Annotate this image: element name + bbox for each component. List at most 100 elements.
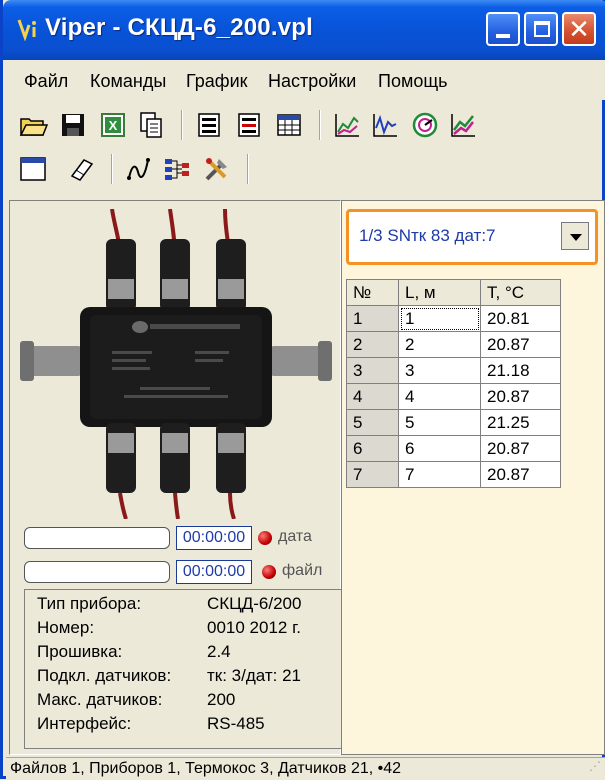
close-icon: ✕ — [568, 14, 590, 44]
maximize-button[interactable] — [524, 12, 558, 46]
network-icon[interactable] — [162, 154, 192, 184]
temperature-cell[interactable]: 20.81 — [480, 305, 561, 332]
menu-bar: Файл Команды График Настройки Помощь — [6, 60, 605, 100]
length-cell[interactable]: 3 — [398, 357, 481, 384]
info-label: Прошивка: — [37, 642, 123, 661]
date-time-field: 00:00:00 — [176, 526, 252, 550]
date-label: дата — [278, 528, 312, 545]
eraser-icon[interactable] — [66, 154, 96, 184]
menu-settings[interactable]: Настройки — [268, 71, 356, 92]
length-cell[interactable]: 6 — [398, 435, 481, 462]
table-row: 4 4 20.87 — [346, 383, 561, 410]
temperature-cell[interactable]: 21.18 — [480, 357, 561, 384]
toolbar-separator — [111, 154, 113, 184]
chevron-down-icon[interactable] — [561, 222, 589, 250]
date-status-led — [258, 531, 272, 545]
row-number-cell[interactable]: 3 — [346, 357, 399, 384]
viper-app-icon — [17, 19, 36, 41]
column-header-length[interactable]: L, м — [398, 279, 481, 306]
copy-icon[interactable] — [136, 110, 166, 140]
table-row: 7 7 20.87 — [346, 461, 561, 488]
toolbar-main: X — [6, 108, 605, 148]
menu-help[interactable]: Помощь — [378, 71, 448, 92]
resize-grip-icon[interactable]: ⋰ — [589, 755, 601, 777]
file-status-led — [262, 565, 276, 579]
menu-file[interactable]: Файл — [24, 71, 68, 92]
info-value: 0010 2012 г. — [207, 618, 301, 637]
info-value: RS-485 — [207, 714, 265, 733]
chain-select[interactable]: 1/3 SNтк 83 дат:7 — [346, 209, 598, 265]
maximize-icon — [534, 21, 550, 37]
status-bar: Файлов 1, Приборов 1, Термокос 3, Датчик… — [6, 757, 605, 779]
table-row: 5 5 21.25 — [346, 409, 561, 436]
title-bar[interactable]: Viper - СКЦД-6_200.vpl ✕ — [3, 0, 605, 60]
length-cell[interactable]: 7 — [398, 461, 481, 488]
info-label: Макс. датчиков: — [37, 690, 163, 709]
temperature-cell[interactable]: 20.87 — [480, 461, 561, 488]
curve-icon[interactable] — [124, 154, 154, 184]
status-text: Файлов 1, Приборов 1, Термокос 3, Датчик… — [10, 760, 402, 777]
row-number-cell[interactable]: 2 — [346, 331, 399, 358]
info-value: 2.4 — [207, 642, 231, 661]
tools-icon[interactable] — [202, 154, 232, 184]
table-row: 6 6 20.87 — [346, 435, 561, 462]
toolbar-secondary — [6, 152, 605, 192]
svg-text:X: X — [109, 118, 118, 133]
menu-chart[interactable]: График — [186, 71, 248, 92]
length-cell[interactable]: 5 — [398, 409, 481, 436]
temperature-cell[interactable]: 21.25 — [480, 409, 561, 436]
temperature-cell[interactable]: 20.87 — [480, 331, 561, 358]
length-cell[interactable]: 1 — [398, 305, 481, 332]
length-cell[interactable]: 2 — [398, 331, 481, 358]
info-label: Интерфейс: — [37, 714, 132, 733]
app-window: Viper - СКЦД-6_200.vpl ✕ Файл Команды Гр… — [0, 0, 605, 779]
chart-line-icon[interactable] — [370, 110, 400, 140]
info-row: Номер: 0010 2012 г. — [37, 618, 301, 638]
info-value: 200 — [207, 690, 236, 709]
chart-trend-icon[interactable] — [448, 110, 478, 140]
temperature-cell[interactable]: 20.87 — [480, 435, 561, 462]
date-progress-bar — [24, 527, 170, 549]
sensor-table: № L, м T, °C 1 1 20.81 2 2 20.87 3 3 21.… — [346, 279, 561, 488]
table-row: 3 3 21.18 — [346, 357, 561, 384]
window-title: Viper - СКЦД-6_200.vpl — [45, 14, 314, 41]
chart-area-icon[interactable] — [332, 110, 362, 140]
minimize-icon — [496, 34, 510, 38]
row-number-cell[interactable]: 4 — [346, 383, 399, 410]
info-row: Интерфейс: RS-485 — [37, 714, 265, 734]
menu-commands[interactable]: Команды — [90, 71, 166, 92]
device-panel: 00:00:00 дата 00:00:00 файл Тип прибора:… — [9, 200, 346, 755]
close-button[interactable]: ✕ — [562, 12, 596, 46]
device-photo — [20, 209, 332, 519]
table-row: 1 1 20.81 — [346, 305, 561, 332]
row-number-cell[interactable]: 7 — [346, 461, 399, 488]
info-row: Подкл. датчиков: тк: 3/дат: 21 — [37, 666, 301, 686]
open-folder-icon[interactable] — [18, 110, 48, 140]
toolbar-separator — [181, 110, 183, 140]
column-header-temperature[interactable]: T, °C — [480, 279, 561, 306]
info-row: Макс. датчиков: 200 — [37, 690, 235, 710]
chain-select-value: 1/3 SNтк 83 дат:7 — [359, 226, 496, 245]
temperature-cell[interactable]: 20.87 — [480, 383, 561, 410]
info-value: СКЦД-6/200 — [207, 594, 302, 613]
window-icon[interactable] — [18, 154, 48, 184]
toolbar-separator — [319, 110, 321, 140]
row-number-cell[interactable]: 5 — [346, 409, 399, 436]
info-label: Тип прибора: — [37, 594, 142, 613]
gauge-icon[interactable] — [410, 110, 440, 140]
info-label: Подкл. датчиков: — [37, 666, 172, 685]
excel-export-icon[interactable]: X — [98, 110, 128, 140]
row-number-cell[interactable]: 6 — [346, 435, 399, 462]
list-view-icon[interactable] — [194, 110, 224, 140]
column-header-number[interactable]: № — [346, 279, 399, 306]
toolbar-separator — [247, 154, 249, 184]
info-row: Прошивка: 2.4 — [37, 642, 231, 662]
minimize-button[interactable] — [486, 12, 520, 46]
length-cell[interactable]: 4 — [398, 383, 481, 410]
row-number-cell[interactable]: 1 — [346, 305, 399, 332]
save-icon[interactable] — [58, 110, 88, 140]
table-view-icon[interactable] — [274, 110, 304, 140]
list-red-icon[interactable] — [234, 110, 264, 140]
sensor-data-panel: 1/3 SNтк 83 дат:7 № L, м T, °C 1 1 20.81… — [341, 200, 605, 755]
info-row: Тип прибора: СКЦД-6/200 — [37, 594, 301, 614]
